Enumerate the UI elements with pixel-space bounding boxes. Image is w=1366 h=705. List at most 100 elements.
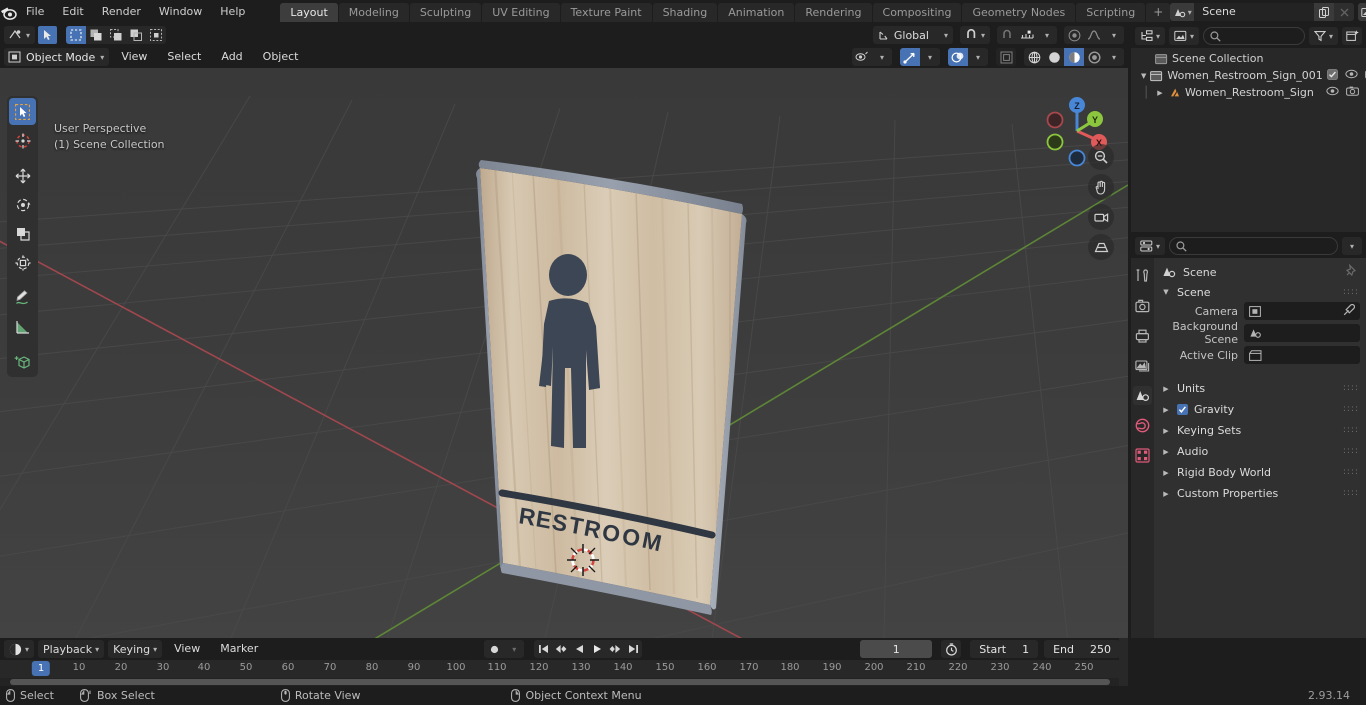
- outliner-row-women-restroom-sign[interactable]: │ ▶ Women_Restroom_Sign: [1131, 84, 1366, 101]
- timeline-editor-type-dropdown[interactable]: ▾: [4, 640, 35, 658]
- properties-section-keying-sets[interactable]: ▶ Keying Sets ::::: [1154, 420, 1366, 441]
- expander-open-icon[interactable]: ▼: [1141, 72, 1146, 80]
- checkbox-icon[interactable]: [1326, 68, 1338, 83]
- cursor-tool[interactable]: [9, 127, 36, 154]
- expander-closed-icon[interactable]: ▶: [1161, 469, 1171, 477]
- timeline-ruler[interactable]: 1 10 20 30 40 50 60 70 80 90 100 110 120…: [0, 660, 1128, 678]
- eyedropper-icon[interactable]: [1343, 303, 1355, 319]
- properties-section-audio[interactable]: ▶ Audio ::::: [1154, 441, 1366, 462]
- tab-shading[interactable]: Shading: [652, 2, 718, 22]
- scene-name[interactable]: Scene: [1194, 3, 1315, 21]
- start-frame-value[interactable]: 1: [1022, 643, 1029, 656]
- properties-tab-world[interactable]: [1133, 416, 1152, 435]
- chevron-down-icon[interactable]: ▾: [920, 48, 940, 66]
- tab-geometry-nodes[interactable]: Geometry Nodes: [962, 2, 1076, 22]
- eye-icon[interactable]: [1345, 69, 1358, 82]
- tab-compositing[interactable]: Compositing: [872, 2, 962, 22]
- chevron-down-icon[interactable]: ▾: [1104, 48, 1124, 66]
- view-layer-selector[interactable]: ▾ View Layer: [1358, 3, 1366, 21]
- material-preview-shading-icon[interactable]: [1064, 48, 1084, 66]
- outliner-search-input[interactable]: [1203, 27, 1305, 45]
- move-tool[interactable]: [9, 162, 36, 189]
- properties-section-units[interactable]: ▶ Units ::::: [1154, 378, 1366, 399]
- record-keyframe-icon[interactable]: [484, 640, 504, 658]
- blender-logo-icon[interactable]: [0, 0, 17, 24]
- play-icon[interactable]: [588, 640, 606, 658]
- tweak-select-tool[interactable]: [9, 98, 36, 125]
- editor-type-3dview-icon[interactable]: ▾: [4, 26, 36, 44]
- outliner-row-scene-collection[interactable]: Scene Collection: [1131, 50, 1366, 67]
- jump-next-keyframe-icon[interactable]: [606, 640, 624, 658]
- tab-layout[interactable]: Layout: [280, 2, 338, 22]
- expander-open-icon[interactable]: ▼: [1161, 288, 1171, 296]
- properties-section-rigid-body-world[interactable]: ▶ Rigid Body World ::::: [1154, 462, 1366, 483]
- chevron-down-icon[interactable]: ▾: [872, 48, 892, 66]
- tab-texture-paint[interactable]: Texture Paint: [560, 2, 652, 22]
- outliner-display-mode-dropdown[interactable]: ▾: [1135, 27, 1166, 45]
- menu-render[interactable]: Render: [93, 3, 150, 21]
- playhead[interactable]: 1: [31, 661, 51, 676]
- add-workspace-button[interactable]: +: [1146, 2, 1171, 22]
- tweak-cursor-icon[interactable]: [38, 26, 58, 44]
- scene-selector[interactable]: ▾ Scene: [1170, 3, 1355, 21]
- visibility-eye-icon[interactable]: [852, 48, 872, 66]
- close-icon[interactable]: [1334, 3, 1355, 21]
- properties-tab-tool[interactable]: [1133, 266, 1152, 285]
- hand-pan-icon[interactable]: [1088, 174, 1114, 200]
- select-intersect-icon[interactable]: [146, 26, 166, 44]
- expander-closed-icon[interactable]: ▶: [1161, 448, 1171, 456]
- outliner-row-women-restroom-sign-001[interactable]: ▼ Women_Restroom_Sign_001: [1131, 67, 1366, 84]
- gravity-checkbox[interactable]: [1177, 404, 1188, 415]
- proportional-editing-icon[interactable]: [1064, 26, 1084, 44]
- timeline-menu-view[interactable]: View: [166, 640, 208, 658]
- pin-icon[interactable]: [1345, 263, 1358, 280]
- snap-dropdown[interactable]: ▾: [959, 26, 990, 44]
- current-frame-field[interactable]: 1: [860, 640, 933, 658]
- measure-tool[interactable]: [9, 313, 36, 340]
- tab-sculpting[interactable]: Sculpting: [409, 2, 482, 22]
- tab-rendering[interactable]: Rendering: [795, 2, 872, 22]
- viewport-3d-canvas[interactable]: R E S T R O O M User Perspective (1) Sce…: [0, 68, 1128, 638]
- jump-prev-keyframe-icon[interactable]: [552, 640, 570, 658]
- expander-closed-icon[interactable]: ▶: [1161, 427, 1171, 435]
- properties-section-custom-properties[interactable]: ▶ Custom Properties ::::: [1154, 483, 1366, 504]
- expander-closed-icon[interactable]: ▶: [1155, 89, 1165, 97]
- rendered-shading-icon[interactable]: [1084, 48, 1104, 66]
- gizmo-dropdown[interactable]: ▾: [900, 48, 940, 66]
- play-reverse-icon[interactable]: [570, 640, 588, 658]
- active-clip-input[interactable]: [1244, 346, 1360, 364]
- menu-window[interactable]: Window: [150, 3, 211, 21]
- end-frame-field[interactable]: End 250: [1044, 640, 1121, 658]
- auto-keying-icon[interactable]: [941, 640, 962, 658]
- object-visibility-dropdown[interactable]: ▾: [852, 48, 892, 66]
- eye-icon[interactable]: [1326, 86, 1339, 99]
- timeline-scrollbar-track[interactable]: [0, 678, 1128, 686]
- properties-editor-type-dropdown[interactable]: ▾: [1135, 237, 1166, 255]
- chevron-down-icon[interactable]: ▾: [968, 48, 988, 66]
- end-frame-value[interactable]: 250: [1090, 643, 1111, 656]
- select-subtract-icon[interactable]: [106, 26, 126, 44]
- ortho-persp-toggle-icon[interactable]: [1088, 234, 1114, 260]
- viewport-menu-view[interactable]: View: [113, 48, 155, 66]
- camera-view-icon[interactable]: [1088, 204, 1114, 230]
- camera-input[interactable]: [1244, 302, 1360, 320]
- magnet-icon[interactable]: [997, 26, 1017, 44]
- add-cube-tool[interactable]: [9, 348, 36, 375]
- chevron-down-icon[interactable]: ▾: [504, 640, 524, 658]
- transform-tool[interactable]: [9, 249, 36, 276]
- overlays-dropdown[interactable]: ▾: [948, 48, 988, 66]
- gizmo-icon[interactable]: [900, 48, 920, 66]
- timeline-scrollbar-thumb[interactable]: [10, 679, 1110, 685]
- xray-icon[interactable]: [996, 48, 1016, 66]
- properties-search-input[interactable]: [1169, 237, 1338, 255]
- select-invert-icon[interactable]: [126, 26, 146, 44]
- properties-tab-scene[interactable]: [1133, 386, 1152, 405]
- menu-edit[interactable]: Edit: [53, 3, 92, 21]
- viewport-menu-object[interactable]: Object: [255, 48, 307, 66]
- chevron-down-icon[interactable]: ▾: [1104, 26, 1124, 44]
- expander-closed-icon[interactable]: ▶: [1161, 385, 1171, 393]
- solid-shading-icon[interactable]: [1044, 48, 1064, 66]
- scene-panel-header[interactable]: ▼ Scene ::::: [1154, 282, 1366, 302]
- new-collection-icon[interactable]: [1342, 27, 1362, 45]
- timeline-menu-playback[interactable]: Playback ▾: [38, 640, 105, 658]
